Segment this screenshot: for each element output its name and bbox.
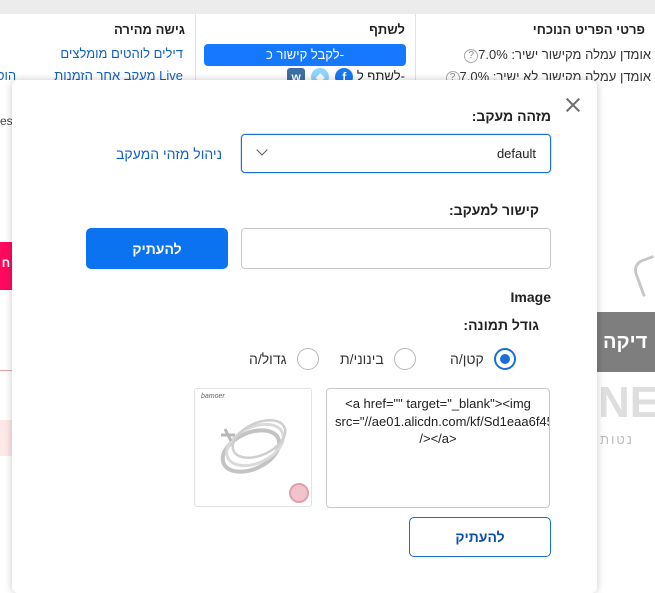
chevron-down-icon: [256, 144, 268, 156]
big-letters: NE: [598, 378, 655, 427]
tracking-link-label: קישור למעקב:: [448, 202, 539, 218]
sub-letters: נטות: [600, 432, 634, 447]
size-large-label: גדול/ה: [249, 351, 287, 367]
ring-image-icon: [220, 419, 309, 503]
product-thumbnail: bamoer: [194, 388, 312, 507]
top-strip: [0, 0, 655, 14]
size-small-radio[interactable]: קטן/ה: [450, 346, 516, 372]
radio-unchecked-icon: [393, 348, 416, 370]
image-size-label: גודל תמונה:: [463, 317, 539, 333]
divider: [0, 370, 12, 371]
tracker-id-value: default: [496, 146, 536, 161]
get-link-button[interactable]: לקבל קישור כ-: [204, 44, 406, 66]
manage-trackers-link[interactable]: ניהול מזהי המעקב: [116, 146, 222, 162]
size-medium-label: בינוני/ת: [340, 351, 384, 367]
tracker-id-select[interactable]: default: [241, 134, 551, 173]
share-title: לשתף: [369, 22, 405, 37]
direct-commission-text: אומדן עמלה מקישור ישיר: 7.0%: [478, 47, 651, 62]
link-generator-modal: מזהה מעקב: default ניהול מזהי המעקב קישו…: [12, 80, 597, 593]
hot-deals-link[interactable]: דילים לוהטים מומלצים: [60, 46, 183, 61]
embed-code-textarea[interactable]: <a href="" target="_blank"><img src="//a…: [326, 388, 550, 508]
quick-access-title: גישה מהירה: [113, 22, 185, 37]
tracking-link-input[interactable]: [241, 228, 551, 269]
copy-code-button[interactable]: להעתיק: [409, 517, 551, 557]
tracker-id-label: מזהה מעקב:: [471, 108, 551, 124]
image-section-label: Image: [510, 289, 551, 305]
product-details-title: פרטי הפריט הנוכחי: [532, 22, 645, 37]
radio-checked-icon: [493, 348, 516, 370]
size-medium-radio[interactable]: בינוני/ת: [340, 346, 416, 372]
radio-unchecked-icon: [296, 348, 319, 370]
brand-logo-icon: [630, 254, 655, 298]
copy-link-button[interactable]: להעתיק: [86, 228, 228, 269]
question-icon[interactable]: ?: [464, 48, 479, 63]
gray-banner: דיקה: [597, 312, 655, 372]
direct-commission-row: ? אומדן עמלה מקישור ישיר: 7.0%: [460, 47, 651, 63]
close-icon[interactable]: [564, 96, 582, 114]
pink-box: [0, 420, 12, 456]
size-large-radio[interactable]: גדול/ה: [249, 346, 319, 372]
brand-watermark: bamoer: [201, 393, 225, 400]
pink-tab: ח: [0, 242, 12, 290]
side-text: es: [0, 114, 13, 128]
size-small-label: קטן/ה: [450, 351, 484, 367]
